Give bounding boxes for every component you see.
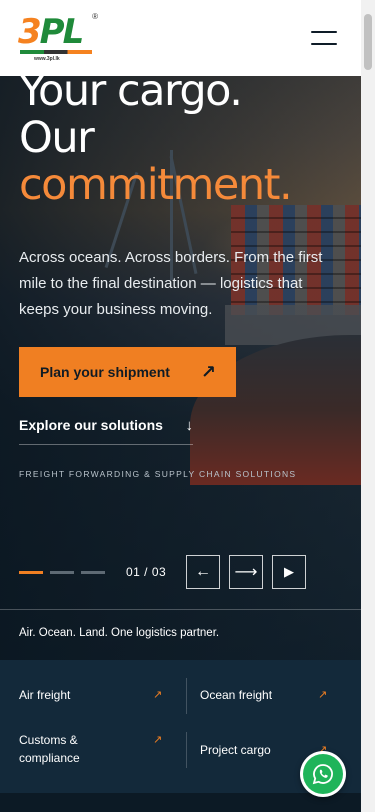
- service-label: Project cargo: [200, 743, 271, 757]
- plan-shipment-label: Plan your shipment: [40, 364, 170, 380]
- arrow-up-right-icon: ↗: [153, 689, 163, 701]
- arrow-up-right-icon: ↗: [318, 689, 328, 701]
- arrow-down-icon: ↓: [185, 417, 194, 434]
- next-slide-button[interactable]: ⟶: [229, 555, 263, 589]
- footer-strip: [0, 793, 361, 812]
- logo-site: www.3pl.lk: [34, 56, 60, 62]
- scrollbar-thumb[interactable]: [364, 14, 372, 70]
- service-label: Air freight: [19, 688, 71, 702]
- explore-solutions-label: Explore our solutions: [19, 417, 163, 433]
- slide-indicator-1[interactable]: [19, 570, 43, 574]
- slide-indicator-2[interactable]: [50, 570, 74, 574]
- hero-content: Your cargo. Our commitment. Across ocean…: [19, 0, 339, 660]
- slide-indicator-3[interactable]: [81, 570, 105, 574]
- slide-counter: 01 / 03: [126, 565, 167, 579]
- headline-line-2: Our: [19, 113, 95, 163]
- play-slideshow-button[interactable]: ▶: [272, 555, 306, 589]
- hero-tagline: FREIGHT FORWARDING & SUPPLY CHAIN SOLUTI…: [19, 469, 297, 479]
- company-logo[interactable]: 3PL ® www.3pl.lk: [18, 12, 98, 63]
- headline-accent: commitment.: [19, 160, 293, 210]
- hero-lead-text: Across oceans. Across borders. From the …: [19, 249, 323, 318]
- logo-tagline-strip: [20, 50, 92, 54]
- logo-mark-letters: PL: [39, 12, 85, 52]
- services-divider: [186, 678, 187, 714]
- logo-mark-digit: 3: [18, 12, 42, 52]
- hero-headline: Your cargo. Our commitment.: [19, 68, 349, 209]
- menu-line: [311, 31, 337, 33]
- play-icon: ▶: [284, 564, 294, 579]
- slider-controls: 01 / 03 ← ⟶ ▶: [19, 555, 339, 589]
- service-label: Customs & compliance: [19, 733, 80, 765]
- logo-mark: 3PL: [18, 13, 96, 51]
- hamburger-menu-icon[interactable]: [311, 31, 337, 45]
- explore-solutions-link[interactable]: Explore our solutions ↓: [19, 417, 193, 445]
- arrow-up-right-icon: ↗: [153, 734, 163, 746]
- arrow-right-icon: ⟶: [234, 564, 258, 581]
- menu-line: [311, 43, 337, 45]
- partner-line: Air. Ocean. Land. One logistics partner.: [19, 627, 220, 639]
- registered-mark: ®: [92, 12, 98, 21]
- site-header: 3PL ® www.3pl.lk: [0, 0, 361, 76]
- hero-divider: [0, 609, 361, 610]
- service-label: Ocean freight: [200, 688, 273, 702]
- arrow-left-icon: ←: [195, 563, 211, 580]
- arrow-up-right-icon: ↗: [200, 361, 216, 382]
- whatsapp-chat-button[interactable]: [300, 751, 346, 797]
- plan-shipment-button[interactable]: Plan your shipment ↗: [19, 347, 236, 397]
- services-divider: [186, 732, 187, 768]
- whatsapp-icon: [303, 754, 343, 794]
- whatsapp-glyph: [312, 764, 333, 785]
- page-scrollbar[interactable]: [361, 0, 375, 812]
- prev-slide-button[interactable]: ←: [186, 555, 220, 589]
